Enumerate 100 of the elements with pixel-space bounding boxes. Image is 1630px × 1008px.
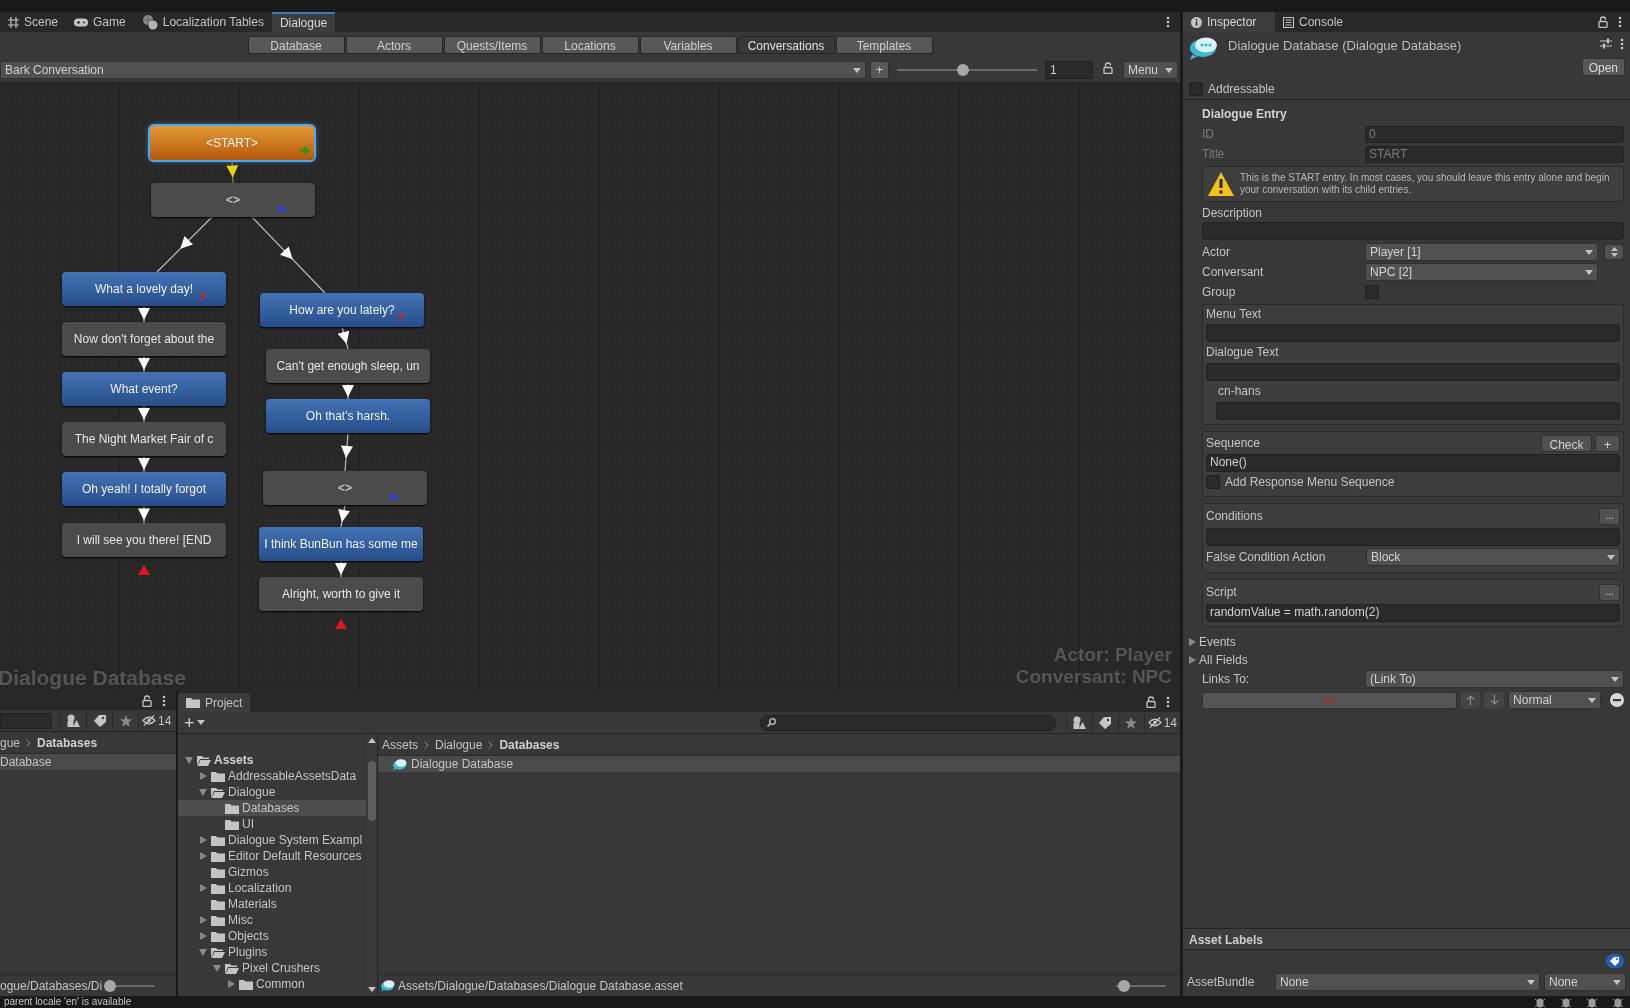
conversation-dropdown[interactable]: Bark Conversation [0, 61, 866, 79]
project-tab[interactable]: Project [178, 693, 251, 712]
database-tab[interactable]: Conversations [737, 36, 835, 54]
dialogue-node[interactable]: I think BunBun has some me [259, 527, 423, 561]
breadcrumb-item[interactable]: Databases [37, 733, 98, 752]
sliders-icon[interactable] [1600, 38, 1612, 49]
database-tab[interactable]: Locations [541, 36, 639, 54]
tree-item[interactable]: UI [178, 816, 366, 832]
localized-text-field[interactable] [1216, 402, 1620, 420]
star-icon[interactable] [1125, 716, 1138, 729]
tree-item[interactable]: Misc [178, 912, 366, 928]
false-condition-dropdown[interactable]: Block [1366, 548, 1620, 566]
editor-tab[interactable]: Scene [0, 12, 67, 32]
hidden-count-button[interactable]: 14 [138, 710, 175, 731]
sequence-field[interactable]: None() [1206, 454, 1620, 472]
priority-dropdown[interactable]: Normal [1508, 691, 1601, 709]
more-button[interactable]: ... [1599, 507, 1620, 525]
scroll-down-arrow-icon[interactable] [367, 987, 376, 992]
tree-item[interactable]: Objects [178, 928, 366, 944]
dots-icon[interactable] [1166, 16, 1170, 28]
dots-icon[interactable] [1166, 696, 1170, 708]
search-field[interactable] [0, 712, 52, 729]
links-to-dropdown[interactable]: (Link To) [1365, 670, 1624, 688]
menu-text-field[interactable] [1206, 324, 1620, 342]
database-tab[interactable]: Variables [639, 36, 737, 54]
breadcrumb-item[interactable]: Assets [382, 735, 418, 754]
dialogue-node[interactable]: <> [151, 183, 315, 217]
tag-icon[interactable] [93, 714, 106, 727]
star-icon[interactable] [119, 714, 132, 727]
expand-arrow-icon[interactable] [199, 788, 207, 796]
size-slider-thumb[interactable] [1118, 979, 1131, 992]
dots-icon[interactable] [162, 695, 166, 707]
asset-item[interactable]: Dialogue Database [378, 756, 1180, 772]
hidden-count-button[interactable]: 14 [1143, 712, 1180, 733]
asset-variant-dropdown[interactable]: None [1544, 973, 1626, 991]
dialogue-node[interactable]: <> [263, 471, 427, 505]
expand-arrow-icon[interactable] [199, 948, 207, 956]
tree-item[interactable]: Common [178, 976, 366, 992]
editor-tab[interactable]: Game [66, 12, 134, 32]
add-button[interactable]: + [1595, 434, 1620, 452]
expand-arrow-icon[interactable] [199, 932, 207, 940]
database-tab[interactable]: Database [247, 36, 345, 54]
tree-item[interactable]: Localization [178, 880, 366, 896]
inspector-tab[interactable]: Inspector [1183, 12, 1275, 32]
move-up-button[interactable] [1460, 691, 1481, 709]
script-field[interactable]: randomValue = math.random(2) [1206, 604, 1620, 622]
search-field[interactable] [759, 714, 1056, 731]
dialogue-node[interactable]: How are you lately? ? [260, 293, 424, 327]
foldout[interactable]: All Fields [1189, 651, 1248, 669]
breadcrumb-item[interactable]: Databases [499, 735, 560, 754]
conversant-dropdown[interactable]: NPC [2] [1365, 263, 1598, 281]
group-checkbox[interactable] [1365, 285, 1379, 299]
tree-item[interactable]: Materials [178, 896, 366, 912]
dialogue-node[interactable]: Oh that's harsh. [266, 399, 430, 433]
asset-bundle-dropdown[interactable]: None [1275, 973, 1540, 991]
status-icon[interactable] [1534, 996, 1546, 1008]
actor-dropdown[interactable]: Player [1] [1365, 243, 1598, 261]
dots-icon[interactable] [1620, 38, 1624, 50]
tree-item[interactable]: Editor Default Resources [178, 848, 366, 864]
lock-icon[interactable] [1146, 696, 1156, 708]
expand-arrow-icon[interactable] [227, 980, 235, 988]
tree-item[interactable]: Databases [178, 800, 366, 816]
scrollbar[interactable] [366, 734, 378, 996]
expand-arrow-icon[interactable] [199, 772, 207, 780]
lock-icon[interactable] [142, 695, 152, 707]
tree-item[interactable]: Assets [178, 752, 366, 768]
status-icon[interactable] [1560, 996, 1572, 1008]
dialogue-node[interactable]: Alright, worth to give it [259, 577, 423, 611]
expand-arrow-icon[interactable] [199, 852, 207, 860]
dialogue-node[interactable]: What event? [62, 372, 226, 406]
inspector-tab[interactable]: Console [1275, 12, 1367, 32]
move-down-button[interactable] [1484, 691, 1505, 709]
dialogue-node[interactable]: Now don't forget about the [62, 322, 226, 356]
tree-item[interactable]: Pixel Crushers [178, 960, 366, 976]
expand-arrow-icon[interactable] [213, 964, 221, 972]
dialogue-node[interactable]: Oh yeah! I totally forgot [62, 472, 226, 506]
asset-item[interactable]: Database [0, 754, 176, 770]
dialogue-text-field[interactable] [1206, 363, 1620, 381]
expand-arrow-icon[interactable] [199, 916, 207, 924]
scroll-up-arrow-icon[interactable] [367, 738, 376, 743]
add-button[interactable]: + [870, 61, 889, 79]
status-icon[interactable] [1612, 996, 1624, 1008]
tree-item[interactable]: Plugins [178, 944, 366, 960]
tree-item[interactable]: Dialogue [178, 784, 366, 800]
menu-dropdown[interactable]: Menu [1123, 61, 1178, 79]
dialogue-node[interactable]: I will see you there! [END [62, 523, 226, 557]
minus-circle-icon[interactable] [1610, 693, 1624, 707]
expand-arrow-icon[interactable] [185, 756, 193, 764]
tree-item[interactable]: Dialogue System Exampl [178, 832, 366, 848]
dialogue-node[interactable]: What a lovely day! ? [62, 272, 226, 306]
lock-icon[interactable] [1103, 62, 1113, 74]
open-button[interactable]: Open [1581, 58, 1625, 76]
status-icon[interactable] [1586, 996, 1598, 1008]
expand-arrow-icon[interactable] [199, 836, 207, 844]
dialogue-node[interactable]: Can't get enough sleep, un [266, 349, 430, 383]
stepper-button[interactable] [1604, 244, 1624, 260]
addressable-checkbox[interactable] [1189, 81, 1203, 96]
response-menu-checkbox[interactable] [1206, 475, 1220, 489]
shapes-icon[interactable] [67, 714, 80, 727]
more-button[interactable]: ... [1599, 583, 1620, 601]
